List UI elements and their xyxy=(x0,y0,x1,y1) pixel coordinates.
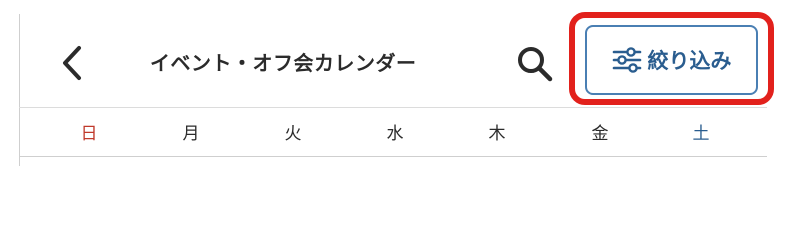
weekday-wednesday: 水 xyxy=(386,124,404,144)
weekday-thursday: 木 xyxy=(488,124,506,144)
filter-button-label: 絞り込み xyxy=(647,49,732,73)
search-button[interactable] xyxy=(510,40,560,88)
weekday-tuesday: 火 xyxy=(284,124,302,144)
weekday-saturday: 土 xyxy=(692,124,710,144)
weekday-monday: 月 xyxy=(182,124,200,144)
page-title: イベント・オフ会カレンダー xyxy=(150,51,417,75)
weekday-friday: 金 xyxy=(591,124,609,144)
filter-button[interactable]: 絞り込み xyxy=(585,25,758,95)
search-icon xyxy=(518,47,553,82)
back-button[interactable] xyxy=(52,38,92,88)
sliders-icon xyxy=(612,47,641,73)
weekday-divider xyxy=(19,156,767,157)
weekday-sunday: 日 xyxy=(80,124,98,144)
weekday-header-row: 日 月 火 水 木 金 土 xyxy=(19,112,767,156)
header-divider xyxy=(19,107,767,108)
chevron-left-icon xyxy=(63,46,81,80)
